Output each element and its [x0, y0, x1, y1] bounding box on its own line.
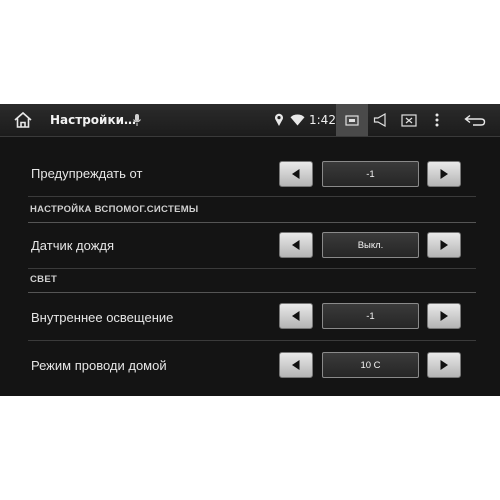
rain-sensor-stepper: Выкл.	[279, 232, 463, 258]
increase-button[interactable]	[427, 352, 461, 378]
interior-light-stepper: -1	[279, 303, 463, 329]
decrease-button[interactable]	[279, 232, 313, 258]
settings-screen: Настройки… 1:42 Предупреждать от -1 НАСТ…	[0, 104, 500, 396]
section-header: НАСТРОЙКА ВСПОМОГ.СИСТЕМЫ	[28, 200, 476, 223]
setting-row-warn: Предупреждать от -1	[28, 152, 476, 197]
decrease-button[interactable]	[279, 352, 313, 378]
arrow-right-icon	[440, 169, 448, 179]
close-window-icon[interactable]	[398, 104, 420, 136]
arrow-right-icon	[440, 240, 448, 250]
arrow-left-icon	[292, 311, 300, 321]
stepper-value: 10 С	[322, 352, 419, 378]
setting-label: Внутреннее освещение	[31, 310, 174, 325]
top-bar: Настройки… 1:42	[0, 104, 500, 137]
stepper-value: Выкл.	[322, 232, 419, 258]
setting-row-interior-light: Внутреннее освещение -1	[28, 294, 476, 341]
arrow-right-icon	[440, 360, 448, 370]
arrow-left-icon	[292, 169, 300, 179]
arrow-left-icon	[292, 240, 300, 250]
section-title: НАСТРОЙКА ВСПОМОГ.СИСТЕМЫ	[30, 204, 199, 215]
screenshot-icon[interactable]	[336, 104, 368, 136]
microphone-icon[interactable]	[130, 111, 144, 129]
section-title: СВЕТ	[30, 274, 58, 285]
section-header: СВЕТ	[28, 270, 476, 293]
arrow-left-icon	[292, 360, 300, 370]
location-icon	[274, 112, 284, 128]
stepper-value: -1	[322, 303, 419, 329]
warn-stepper: -1	[279, 161, 463, 187]
home-icon[interactable]	[12, 110, 34, 130]
app-title: Настройки…	[50, 113, 137, 127]
decrease-button[interactable]	[279, 161, 313, 187]
increase-button[interactable]	[427, 303, 461, 329]
setting-row-follow-me-home: Режим проводи домой 10 С	[28, 342, 476, 396]
arrow-right-icon	[440, 311, 448, 321]
setting-label: Датчик дождя	[31, 238, 115, 253]
setting-row-rain-sensor: Датчик дождя Выкл.	[28, 224, 476, 269]
follow-me-home-stepper: 10 С	[279, 352, 463, 378]
setting-label: Предупреждать от	[31, 166, 143, 181]
stepper-value: -1	[322, 161, 419, 187]
increase-button[interactable]	[427, 161, 461, 187]
setting-label: Режим проводи домой	[31, 358, 167, 373]
more-options-icon[interactable]	[428, 104, 446, 136]
increase-button[interactable]	[427, 232, 461, 258]
clock: 1:42	[309, 113, 336, 127]
decrease-button[interactable]	[279, 303, 313, 329]
volume-icon[interactable]	[370, 104, 392, 136]
back-icon[interactable]	[462, 104, 488, 136]
wifi-icon	[289, 113, 305, 127]
